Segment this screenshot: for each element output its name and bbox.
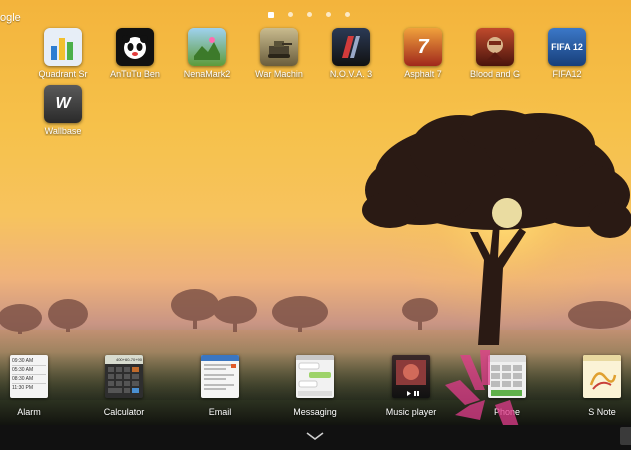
app-label: FIFA12 — [552, 69, 582, 79]
bar-chart-icon — [44, 28, 82, 66]
page-dot[interactable] — [345, 12, 350, 17]
wallbase-icon: W — [44, 85, 82, 123]
calculator-widget-icon: 400+60-70+90 — [105, 355, 143, 398]
chevron-down-icon[interactable] — [305, 430, 325, 442]
tray-item-calculator[interactable]: 400+60-70+90 Calculator — [79, 355, 169, 417]
tray-item-s-note[interactable]: S Note — [557, 355, 631, 417]
tray-label: Email — [208, 407, 232, 417]
alarm-time: 08:30 AM — [12, 375, 46, 384]
app-label: Asphalt 7 — [404, 69, 442, 79]
nova3-icon — [332, 28, 370, 66]
app-label: NenaMark2 — [183, 69, 231, 79]
alarm-time: 09:30 AM — [12, 357, 46, 366]
alarm-time: 11:30 PM — [12, 385, 34, 391]
page-dot[interactable] — [326, 12, 331, 17]
tray-label: Alarm — [17, 407, 41, 417]
tray-label: Messaging — [293, 407, 337, 417]
app-antutu[interactable]: AnTuTu Ben — [99, 28, 171, 79]
fifa12-icon: FIFA 12 — [548, 28, 586, 66]
blood-glory-icon — [476, 28, 514, 66]
tray-label: S Note — [588, 407, 616, 417]
s-note-widget-icon — [583, 355, 621, 398]
tray-item-messaging[interactable]: Messaging — [270, 355, 360, 417]
page-indicator — [268, 12, 350, 18]
app-wallbase[interactable]: W Wallbase — [27, 85, 99, 136]
app-label: AnTuTu Ben — [110, 69, 160, 79]
app-nenamark[interactable]: NenaMark2 — [171, 28, 243, 79]
music-player-widget-icon — [392, 355, 430, 398]
tray-item-email[interactable]: Email — [175, 355, 265, 417]
email-widget-icon — [201, 355, 239, 398]
app-label: Blood and G — [469, 69, 521, 79]
tray-item-alarm[interactable]: 09:30 AM 05:30 AM 08:30 AM 11:30 PM Alar… — [0, 355, 74, 417]
messaging-widget-icon — [296, 355, 334, 398]
war-machine-icon — [260, 28, 298, 66]
app-war-machine[interactable]: War Machin — [243, 28, 315, 79]
wallbase-letter: W — [55, 95, 71, 112]
alarm-time: 05:30 AM — [12, 366, 46, 375]
recent-apps-button[interactable] — [620, 427, 631, 445]
app-nova3[interactable]: N.O.V.A. 3 — [315, 28, 387, 79]
page-dot[interactable] — [307, 12, 312, 17]
calculator-display: 400+60-70+90 — [105, 355, 143, 364]
app-label: N.O.V.A. 3 — [329, 69, 373, 79]
asphalt-number: 7 — [417, 35, 429, 58]
nenamark-icon — [188, 28, 226, 66]
app-label: Wallbase — [44, 126, 82, 136]
page-dot[interactable] — [288, 12, 293, 17]
app-asphalt7[interactable]: 7 Asphalt 7 — [387, 28, 459, 79]
app-label: Quadrant Sr — [38, 69, 88, 79]
google-search-label[interactable]: ogle — [0, 12, 21, 24]
watermark-logo — [445, 350, 520, 430]
asphalt7-icon: 7 — [404, 28, 442, 66]
fifa-text: FIFA 12 — [551, 42, 583, 52]
alarm-widget-icon: 09:30 AM 05:30 AM 08:30 AM 11:30 PM — [10, 355, 48, 398]
app-label: War Machin — [255, 69, 303, 79]
app-quadrant[interactable]: Quadrant Sr — [27, 28, 99, 79]
page-dot-active[interactable] — [268, 12, 274, 18]
app-fifa12[interactable]: FIFA 12 FIFA12 — [531, 28, 603, 79]
antutu-panda-icon — [116, 28, 154, 66]
app-blood-and-glory[interactable]: Blood and G — [459, 28, 531, 79]
tray-label: Calculator — [103, 407, 145, 417]
